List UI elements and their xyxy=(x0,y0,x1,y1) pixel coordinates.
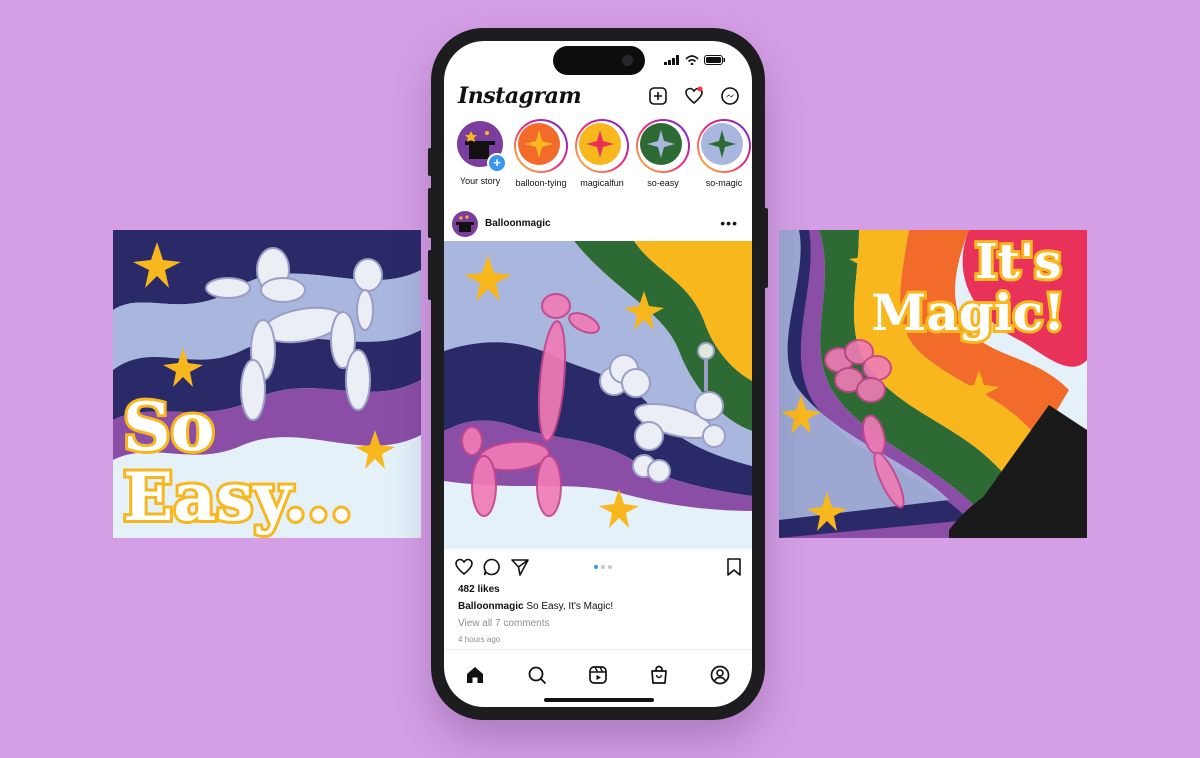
carousel-dot xyxy=(608,565,612,569)
so-easy-illustration: So Easy... xyxy=(113,230,421,538)
carousel-indicator xyxy=(594,565,612,569)
view-comments-link[interactable]: View all 7 comments xyxy=(458,618,550,629)
phone-screen: Instagram + Your story balloon-tying mag… xyxy=(444,41,752,707)
story-label: magicalfun xyxy=(580,178,624,188)
story-label: Your story xyxy=(459,176,501,186)
battery-icon xyxy=(704,55,725,65)
avatar xyxy=(701,123,743,165)
save-bookmark-icon[interactable] xyxy=(724,557,744,577)
avatar xyxy=(579,123,621,165)
story-balloon-tying[interactable]: balloon-tying xyxy=(513,119,569,188)
shop-icon[interactable] xyxy=(648,664,670,686)
story-so-magic[interactable]: so-magic xyxy=(696,119,752,188)
home-icon[interactable] xyxy=(464,664,486,686)
search-icon[interactable] xyxy=(526,664,548,686)
post-image[interactable] xyxy=(444,241,752,549)
its-magic-carousel-panel: It's Magic! xyxy=(779,230,1087,538)
its-magic-illustration: It's Magic! xyxy=(779,230,1087,538)
magic-hat-icon xyxy=(456,215,474,232)
like-heart-icon[interactable] xyxy=(454,557,474,577)
add-story-icon[interactable]: + xyxy=(487,153,507,173)
story-label: balloon-tying xyxy=(515,178,567,188)
caption-username[interactable]: Balloonmagic xyxy=(458,601,524,612)
phone-mockup: Instagram + Your story balloon-tying mag… xyxy=(428,28,768,720)
post-caption: Balloonmagic So Easy, It's Magic! xyxy=(458,601,613,612)
svg-text:Easy...: Easy... xyxy=(123,458,353,536)
post-author-avatar[interactable] xyxy=(452,211,478,237)
more-options-icon[interactable]: ••• xyxy=(720,215,738,231)
post-actions xyxy=(454,557,744,581)
svg-text:So: So xyxy=(123,388,215,466)
signal-icon xyxy=(664,55,679,65)
avatar xyxy=(518,123,560,165)
reels-icon[interactable] xyxy=(587,664,609,686)
status-bar xyxy=(664,55,726,65)
caption-text: So Easy, It's Magic! xyxy=(526,601,614,612)
post-header: Balloonmagic ••• xyxy=(452,209,744,239)
stories-row: + Your story balloon-tying magicalfun so… xyxy=(452,119,752,199)
profile-icon[interactable] xyxy=(709,664,731,686)
svg-text:It's: It's xyxy=(975,234,1061,290)
sparkle-star-icon xyxy=(647,130,675,158)
post-username[interactable]: Balloonmagic xyxy=(485,218,551,229)
sparkle-star-icon xyxy=(708,130,736,158)
wifi-icon xyxy=(685,55,699,65)
dynamic-island xyxy=(553,46,645,75)
carousel-dot-active xyxy=(594,565,598,569)
carousel-dot xyxy=(601,565,605,569)
comment-icon[interactable] xyxy=(482,557,502,577)
story-so-easy[interactable]: so-easy xyxy=(635,119,691,188)
new-post-icon[interactable] xyxy=(648,86,668,106)
sparkle-star-icon xyxy=(586,130,614,158)
sparkle-star-icon xyxy=(525,130,553,158)
story-label: so-easy xyxy=(647,178,679,188)
home-indicator[interactable] xyxy=(544,698,654,702)
post-timestamp: 4 hours ago xyxy=(458,635,501,644)
likes-count[interactable]: 482 likes xyxy=(458,584,500,595)
balloon-animals-illustration xyxy=(444,241,752,549)
story-magicalfun[interactable]: magicalfun xyxy=(574,119,630,188)
story-your-story[interactable]: + Your story xyxy=(452,119,508,186)
so-easy-carousel-panel: So Easy... xyxy=(113,230,421,538)
instagram-logo[interactable]: Instagram xyxy=(458,83,582,109)
bottom-tab-bar xyxy=(444,649,752,698)
messenger-icon[interactable] xyxy=(720,86,740,106)
notifications-heart-icon[interactable] xyxy=(684,86,704,106)
avatar xyxy=(640,123,682,165)
story-label: so-magic xyxy=(705,178,743,188)
share-send-icon[interactable] xyxy=(510,557,530,577)
svg-text:Magic!: Magic! xyxy=(871,283,1065,342)
app-header: Instagram xyxy=(458,83,740,113)
